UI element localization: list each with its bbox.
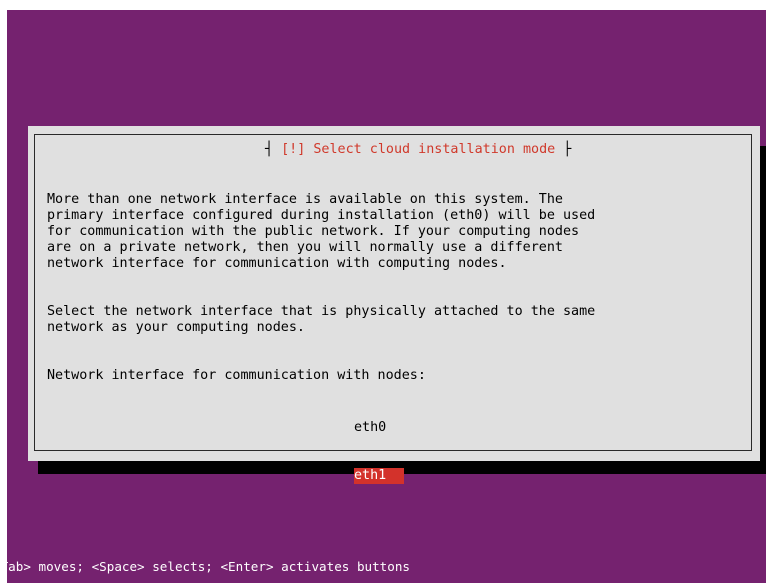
title-left-tee: ┤	[265, 142, 282, 157]
description-line: network interface for communication with…	[47, 256, 507, 271]
prompt-paragraph: Network interface for communication with…	[47, 352, 595, 384]
title-right-tee: ├	[555, 142, 572, 157]
option-eth1[interactable]: eth1	[354, 468, 404, 484]
description-line: primary interface configured during inst…	[47, 208, 596, 223]
installer-screen: ┤ [!] Select cloud installation mode ├ M…	[7, 10, 766, 583]
instruction-line: network as your computing nodes.	[47, 320, 305, 335]
instruction-line: Select the network interface that is phy…	[47, 304, 596, 319]
description-line: for communication with the public networ…	[47, 224, 580, 239]
installer-dialog: ┤ [!] Select cloud installation mode ├ M…	[28, 126, 760, 484]
option-eth0[interactable]: eth0	[354, 420, 404, 436]
instruction-paragraph: Select the network interface that is phy…	[47, 288, 595, 336]
description-line: More than one network interface is avail…	[47, 192, 563, 207]
dialog-title: [!] Select cloud installation mode	[281, 142, 556, 157]
description-line: are on a private network, then you will …	[47, 240, 563, 255]
help-line: <Tab> moves; <Space> selects; <Enter> ac…	[0, 559, 411, 574]
dialog-body: More than one network interface is avail…	[47, 160, 595, 416]
interface-prompt: Network interface for communication with…	[47, 368, 426, 383]
description-paragraph: More than one network interface is avail…	[47, 192, 595, 272]
dialog-title-bar: ┤ [!] Select cloud installation mode ├	[28, 126, 760, 158]
interface-list: eth0 eth1	[354, 388, 404, 516]
